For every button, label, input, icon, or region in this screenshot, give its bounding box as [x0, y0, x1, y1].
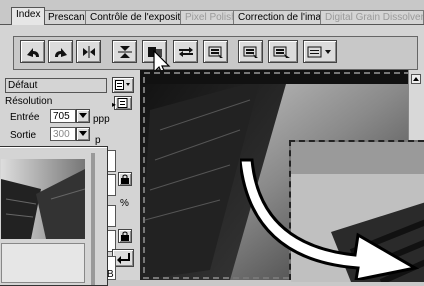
chevron-down-icon	[79, 131, 87, 136]
return-arrow-icon	[117, 253, 130, 264]
resolution-menu-button[interactable]	[114, 96, 132, 110]
input-resolution-field[interactable]: 705	[50, 109, 76, 123]
preview-lower-area	[1, 243, 85, 283]
flip-vertical-button[interactable]	[112, 40, 137, 63]
rotate-right-button[interactable]	[48, 40, 73, 63]
tab-digital-grain-dissolver[interactable]: Digital Grain Dissolver	[320, 10, 424, 24]
lock-button-2[interactable]	[118, 229, 132, 243]
tab-prescan[interactable]: Prescan	[43, 10, 90, 24]
arrow-up-icon	[413, 77, 419, 81]
scan-batch-2-icon	[243, 46, 258, 58]
resolution-label: Résolution	[5, 96, 53, 107]
list-icon	[117, 98, 128, 108]
flip-vertical-icon	[117, 45, 132, 58]
input-resolution-dropdown[interactable]	[76, 109, 90, 123]
tab-index[interactable]: Index	[11, 7, 46, 25]
flip-horizontal-button[interactable]	[76, 40, 101, 63]
preset-dropdown[interactable]: Défaut	[5, 78, 107, 93]
lock-icon	[121, 174, 129, 184]
swap-icon	[178, 46, 193, 57]
preset-menu-button[interactable]	[112, 77, 134, 93]
curved-arrow-icon	[240, 158, 420, 280]
scan-batch-icon	[208, 46, 223, 58]
thumbnail-photo	[1, 159, 86, 239]
scroll-up-button[interactable]	[411, 74, 421, 84]
output-resolution-label: Sortie	[10, 130, 37, 141]
scan-batch-2-button[interactable]	[238, 40, 263, 63]
input-resolution-label: Entrée	[10, 112, 40, 123]
percent-label: %	[120, 198, 129, 209]
preview-window	[0, 146, 108, 286]
input-unit-label: ppp	[93, 114, 110, 125]
rotate-left-icon	[26, 47, 39, 57]
output-resolution-dropdown[interactable]	[76, 127, 90, 141]
lock-icon	[121, 231, 129, 241]
preview-thumbnail[interactable]	[1, 159, 86, 239]
swap-button[interactable]	[173, 40, 198, 63]
scan-batch-3-button[interactable]	[268, 40, 298, 63]
chevron-down-icon	[79, 113, 87, 118]
scan-batch-3-icon	[273, 46, 290, 58]
options-menu-icon	[307, 46, 331, 57]
output-unit-label: p	[95, 135, 101, 146]
flip-horizontal-icon	[82, 45, 95, 58]
rotate-right-icon	[54, 47, 67, 57]
lock-button-1[interactable]	[118, 172, 132, 186]
expand-arrow-icon: ▸	[112, 100, 117, 109]
preview-divider	[91, 153, 95, 285]
list-menu-icon	[115, 80, 130, 90]
options-menu-button[interactable]	[303, 40, 337, 63]
rotate-left-button[interactable]	[20, 40, 45, 63]
scan-batch-button[interactable]	[203, 40, 228, 63]
b-label: B	[107, 269, 114, 280]
output-resolution-field[interactable]: 300	[50, 127, 76, 141]
